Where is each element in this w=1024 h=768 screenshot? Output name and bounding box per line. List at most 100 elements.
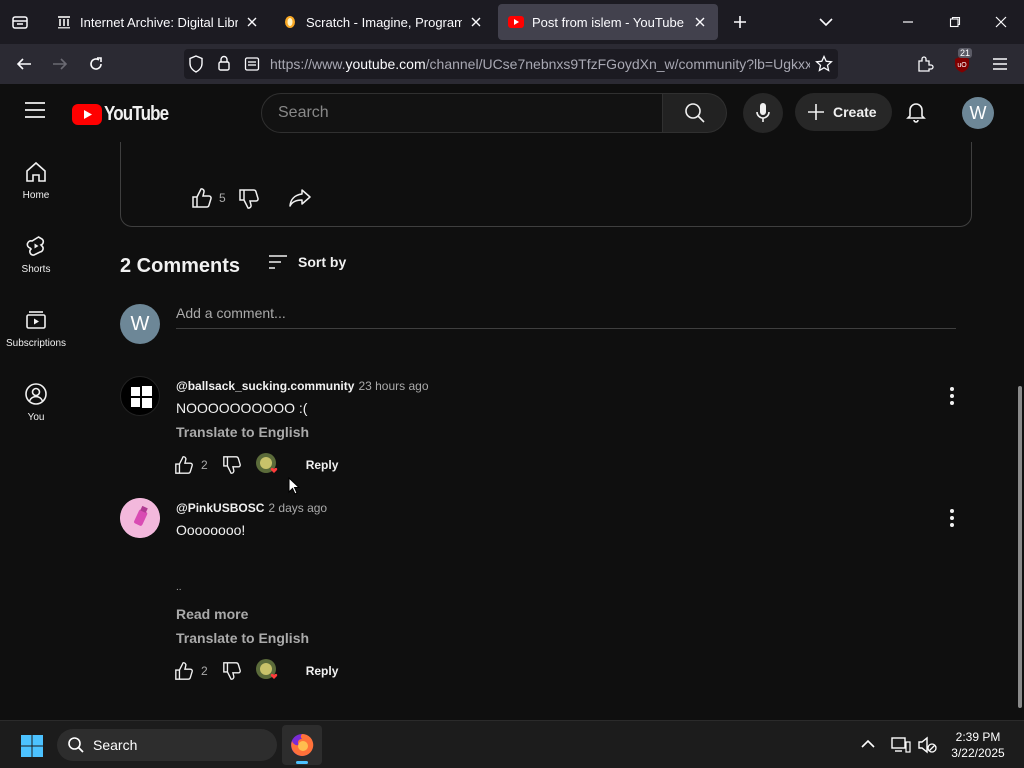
forward-arrow-icon[interactable] (48, 52, 72, 76)
search-button[interactable] (663, 93, 727, 133)
system-clock[interactable]: 2:39 PM 3/22/2025 (940, 729, 1016, 761)
comment-time[interactable]: 2 days ago (268, 501, 327, 515)
reply-button[interactable]: Reply (306, 664, 339, 678)
sidebar-item-subscriptions[interactable]: Subscriptions (0, 308, 72, 349)
voice-search-button[interactable] (743, 93, 783, 133)
lock-icon[interactable] (217, 55, 231, 71)
youtube-header: YouTube Create W (0, 84, 1024, 142)
search-box[interactable] (261, 93, 663, 133)
you-icon (24, 382, 48, 406)
post-like-count: 5 (219, 191, 226, 205)
commenter-avatar[interactable] (120, 376, 160, 416)
close-tab-icon[interactable] (692, 14, 708, 30)
comment-author[interactable]: @PinkUSBOSC (176, 501, 264, 515)
sort-by-button[interactable]: Sort by (268, 254, 346, 270)
page-info-icon[interactable] (244, 56, 260, 72)
thumbs-up-icon (192, 188, 212, 208)
thumbs-down-icon (222, 456, 241, 474)
sidebar-item-shorts[interactable]: Shorts (0, 234, 72, 275)
plus-icon (808, 104, 824, 120)
youtube-logo[interactable]: YouTube (72, 103, 180, 126)
tab-scratch[interactable]: Scratch - Imagine, Program, Sha (272, 4, 494, 40)
sidebar-item-you[interactable]: You (0, 382, 72, 423)
translate-link[interactable]: Translate to English (176, 630, 309, 646)
sidebar-item-home[interactable]: Home (0, 160, 72, 201)
clock-date: 3/22/2025 (951, 746, 1005, 760)
tray-overflow-chevron-icon[interactable] (860, 738, 876, 750)
extensions-puzzle-icon[interactable] (913, 52, 937, 76)
post-share-button[interactable] (289, 188, 311, 208)
ublock-extension-icon[interactable]: uO 21 (950, 48, 974, 76)
sidebar-item-label: Subscriptions (5, 338, 67, 349)
tab-youtube-post[interactable]: Post from islem - YouTube (498, 4, 718, 40)
post-like-button[interactable]: 5 (191, 187, 226, 209)
notifications-bell-icon[interactable] (906, 101, 926, 123)
firefox-view-icon[interactable] (8, 10, 32, 34)
thumbs-up-icon (175, 456, 193, 474)
comment-dislike-button[interactable] (222, 661, 242, 681)
svg-text:uO: uO (957, 62, 967, 69)
network-icon[interactable] (891, 736, 911, 754)
tracking-protection-shield-icon[interactable] (188, 55, 204, 73)
comment-text: Oooooooo! (176, 522, 246, 538)
comment-author[interactable]: @ballsack_sucking.community (176, 379, 354, 393)
search-input[interactable] (262, 94, 642, 132)
creator-heart (255, 452, 281, 478)
close-tab-icon[interactable] (244, 14, 260, 30)
volume-muted-icon[interactable] (917, 736, 937, 754)
create-button[interactable]: Create (795, 93, 892, 131)
comment-like-button[interactable] (174, 455, 194, 475)
commenter-avatar[interactable] (120, 498, 160, 538)
page-scrollbar[interactable] (1018, 386, 1022, 708)
post-dislike-button[interactable] (238, 188, 260, 210)
comment-like-count: 2 (201, 664, 208, 678)
comment-dislike-button[interactable] (222, 455, 242, 475)
creator-heart-icon (255, 659, 277, 679)
running-indicator (296, 761, 308, 764)
account-avatar[interactable]: W (962, 97, 994, 129)
translate-link[interactable]: Translate to English (176, 424, 309, 440)
taskbar-search[interactable]: Search (57, 729, 277, 761)
hamburger-menu-icon[interactable] (24, 101, 46, 119)
tab-internet-archive[interactable]: Internet Archive: Digital Library (46, 4, 270, 40)
comment-like-button[interactable] (174, 661, 194, 681)
close-window-icon[interactable] (989, 10, 1013, 34)
tab-list-chevron-icon[interactable] (814, 10, 838, 34)
scratch-icon (282, 14, 298, 30)
comments-count-heading: 2 Comments (120, 255, 241, 277)
maximize-icon[interactable] (943, 10, 967, 34)
back-arrow-icon[interactable] (12, 52, 36, 76)
reload-icon[interactable] (84, 52, 108, 76)
start-button[interactable] (20, 734, 44, 758)
comment-text: NOOOOOOOOOO :( (176, 400, 308, 416)
read-more-link[interactable]: Read more (176, 606, 248, 622)
close-tab-icon[interactable] (468, 14, 484, 30)
post-card: 5 (120, 142, 972, 227)
extension-badge: 21 (958, 48, 973, 58)
pink-usb-avatar-icon (120, 498, 160, 538)
youtube-logo-icon (72, 104, 102, 125)
reply-button[interactable]: Reply (306, 458, 339, 472)
taskbar-firefox[interactable] (282, 725, 322, 765)
creator-heart-icon (255, 453, 277, 473)
firefox-icon (291, 733, 314, 756)
add-comment-input[interactable]: Add a comment... (176, 305, 956, 329)
address-bar[interactable]: https://www.youtube.com/channel/UCse7neb… (184, 49, 838, 79)
tab-title: Post from islem - YouTube (532, 14, 684, 30)
comment-more-icon[interactable] (940, 384, 964, 408)
bookmark-star-icon[interactable] (815, 55, 833, 73)
search-icon (68, 737, 84, 753)
home-icon (24, 160, 48, 184)
comment-time[interactable]: 23 hours ago (358, 379, 428, 393)
mouse-cursor-icon (288, 477, 300, 495)
comment-more-icon[interactable] (940, 506, 964, 530)
create-label: Create (833, 104, 877, 120)
app-menu-icon[interactable] (988, 52, 1012, 76)
minimize-icon[interactable] (896, 10, 920, 34)
new-tab-icon[interactable] (728, 10, 752, 34)
sidebar-item-label: Shorts (21, 264, 51, 275)
windows-start-icon (21, 735, 43, 757)
shorts-icon (24, 234, 48, 258)
comment-header: @ballsack_sucking.community 23 hours ago (176, 379, 429, 393)
url-text: https://www.youtube.com/channel/UCse7neb… (270, 56, 810, 72)
